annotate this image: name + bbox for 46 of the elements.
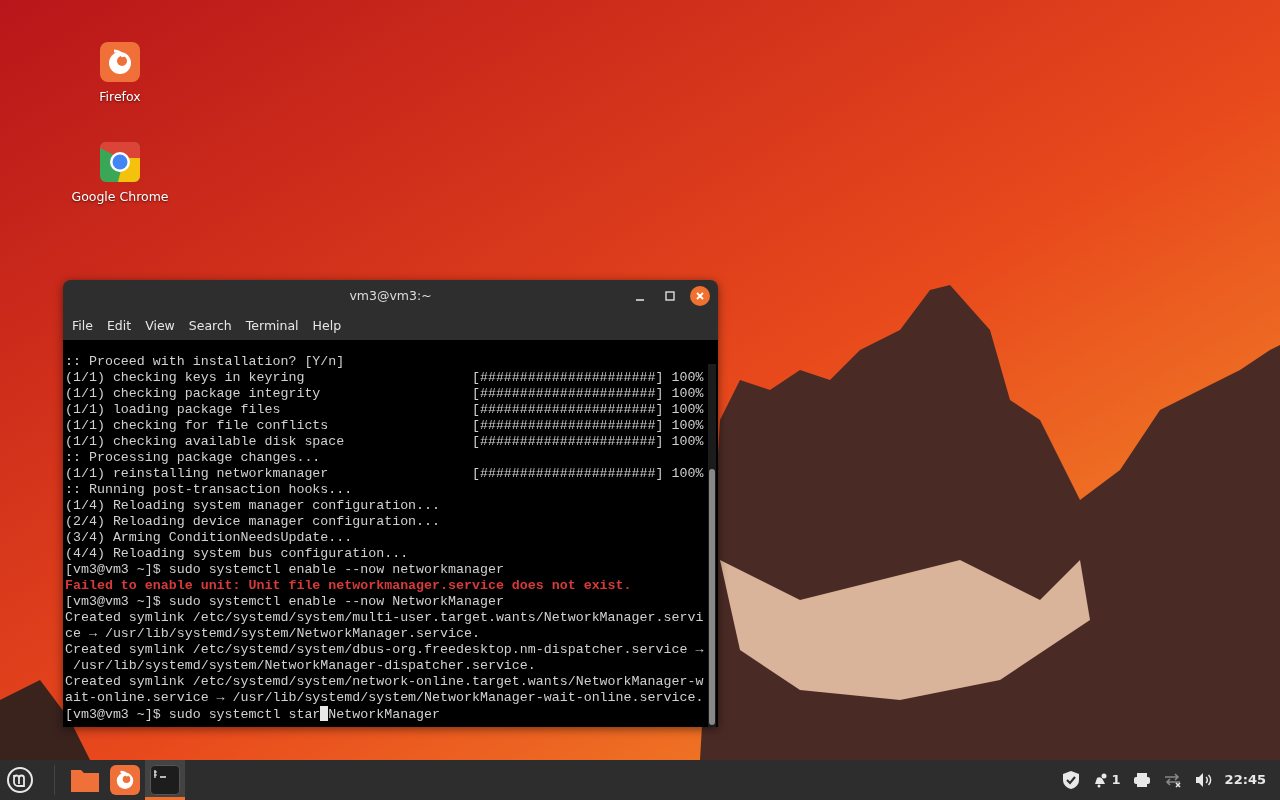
volume-icon[interactable] — [1194, 772, 1213, 788]
network-disconnected-icon[interactable] — [1162, 772, 1183, 788]
fox-icon[interactable] — [100, 42, 140, 82]
menu-item[interactable]: Search — [181, 314, 239, 338]
scrollbar[interactable] — [708, 364, 716, 727]
close-button[interactable] — [690, 286, 710, 306]
window-title: vm3@vm3:~ — [349, 286, 432, 305]
terminal-line: (1/1) loading package files [######################] 100% — [65, 402, 704, 418]
icon-label[interactable]: Google Chrome — [71, 188, 169, 207]
menu-item[interactable]: Edit — [99, 314, 139, 338]
error-line: Failed to enable unit: Unit file networkmanager.service does not exist. — [65, 578, 632, 594]
terminal-line: :: Processing package changes... — [65, 450, 321, 466]
minimize-icon — [636, 299, 644, 301]
terminal-line: ait-online.service → /usr/lib/systemd/system/NetworkManager-wait-online.service. — [65, 690, 704, 706]
terminal-line: (1/1) checking package integrity [######################] 100% — [65, 386, 704, 402]
terminal-line: (1/1) checking for file conflicts [######################] 100% — [65, 418, 704, 434]
terminal-line: (1/4) Reloading system manager configuration... — [65, 498, 441, 514]
menu-item[interactable]: File — [65, 314, 100, 338]
browser-icon[interactable] — [100, 142, 140, 182]
clock[interactable]: 22:45 — [1224, 770, 1266, 790]
terminal-line: :: Running post-transaction hooks... — [65, 482, 353, 498]
command-line[interactable]: [vm3@vm3 ~]$ sudo systemctl star NetworkManager — [65, 706, 441, 723]
terminal-line: (3/4) Arming ConditionNeedsUpdate... — [65, 530, 353, 546]
menu-item[interactable]: Terminal — [238, 314, 306, 338]
terminal-line: (1/1) checking available disk space [######################] 100% — [65, 434, 704, 450]
printer-icon[interactable] — [1132, 772, 1151, 788]
terminal-line: (2/4) Reloading device manager configuration... — [65, 514, 441, 530]
terminal-line: Created symlink /etc/systemd/system/multi-user.target.wants/NetworkManager.servi — [65, 610, 704, 626]
terminal-line: [vm3@vm3 ~]$ sudo systemctl enable --now networkmanager — [65, 562, 504, 578]
terminal-line: (1/1) reinstalling networkmanager [######################] 100% — [65, 466, 704, 482]
shield-icon[interactable] — [1061, 770, 1080, 790]
terminal-line: (1/1) checking keys in keyring [######################] 100% — [65, 370, 704, 386]
menu-item[interactable]: Help — [305, 314, 349, 338]
menu-item[interactable]: View — [138, 314, 182, 338]
terminal-line: /usr/lib/systemd/system/NetworkManager-dispatcher.service. — [71, 658, 536, 674]
terminal-line: [vm3@vm3 ~]$ sudo systemctl enable --now NetworkManager — [65, 594, 504, 610]
close-icon — [695, 291, 705, 301]
notification-count: 1 — [1111, 771, 1121, 790]
terminal-line: Created symlink /etc/systemd/system/network-online.target.wants/NetworkManager-w — [65, 674, 704, 690]
icon-label[interactable]: Firefox — [99, 88, 141, 107]
terminal-line: Created symlink /etc/systemd/system/dbus-org.freedesktop.nm-dispatcher.service → — [65, 642, 704, 658]
terminal-line: :: Proceed with installation? [Y/n] — [65, 354, 345, 370]
terminal-line: ce → /usr/lib/systemd/system/NetworkManager.service. — [65, 626, 480, 642]
maximize-icon — [665, 291, 675, 301]
terminal-line: (4/4) Reloading system bus configuration... — [65, 546, 409, 562]
folder-icon[interactable] — [70, 767, 100, 793]
